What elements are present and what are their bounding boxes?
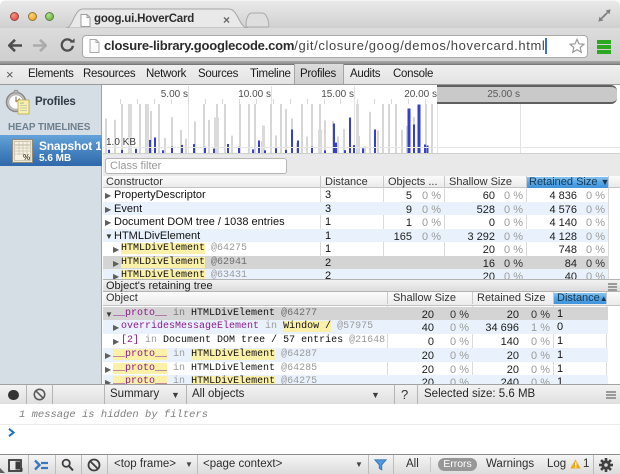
svg-text:%: % (23, 153, 30, 162)
